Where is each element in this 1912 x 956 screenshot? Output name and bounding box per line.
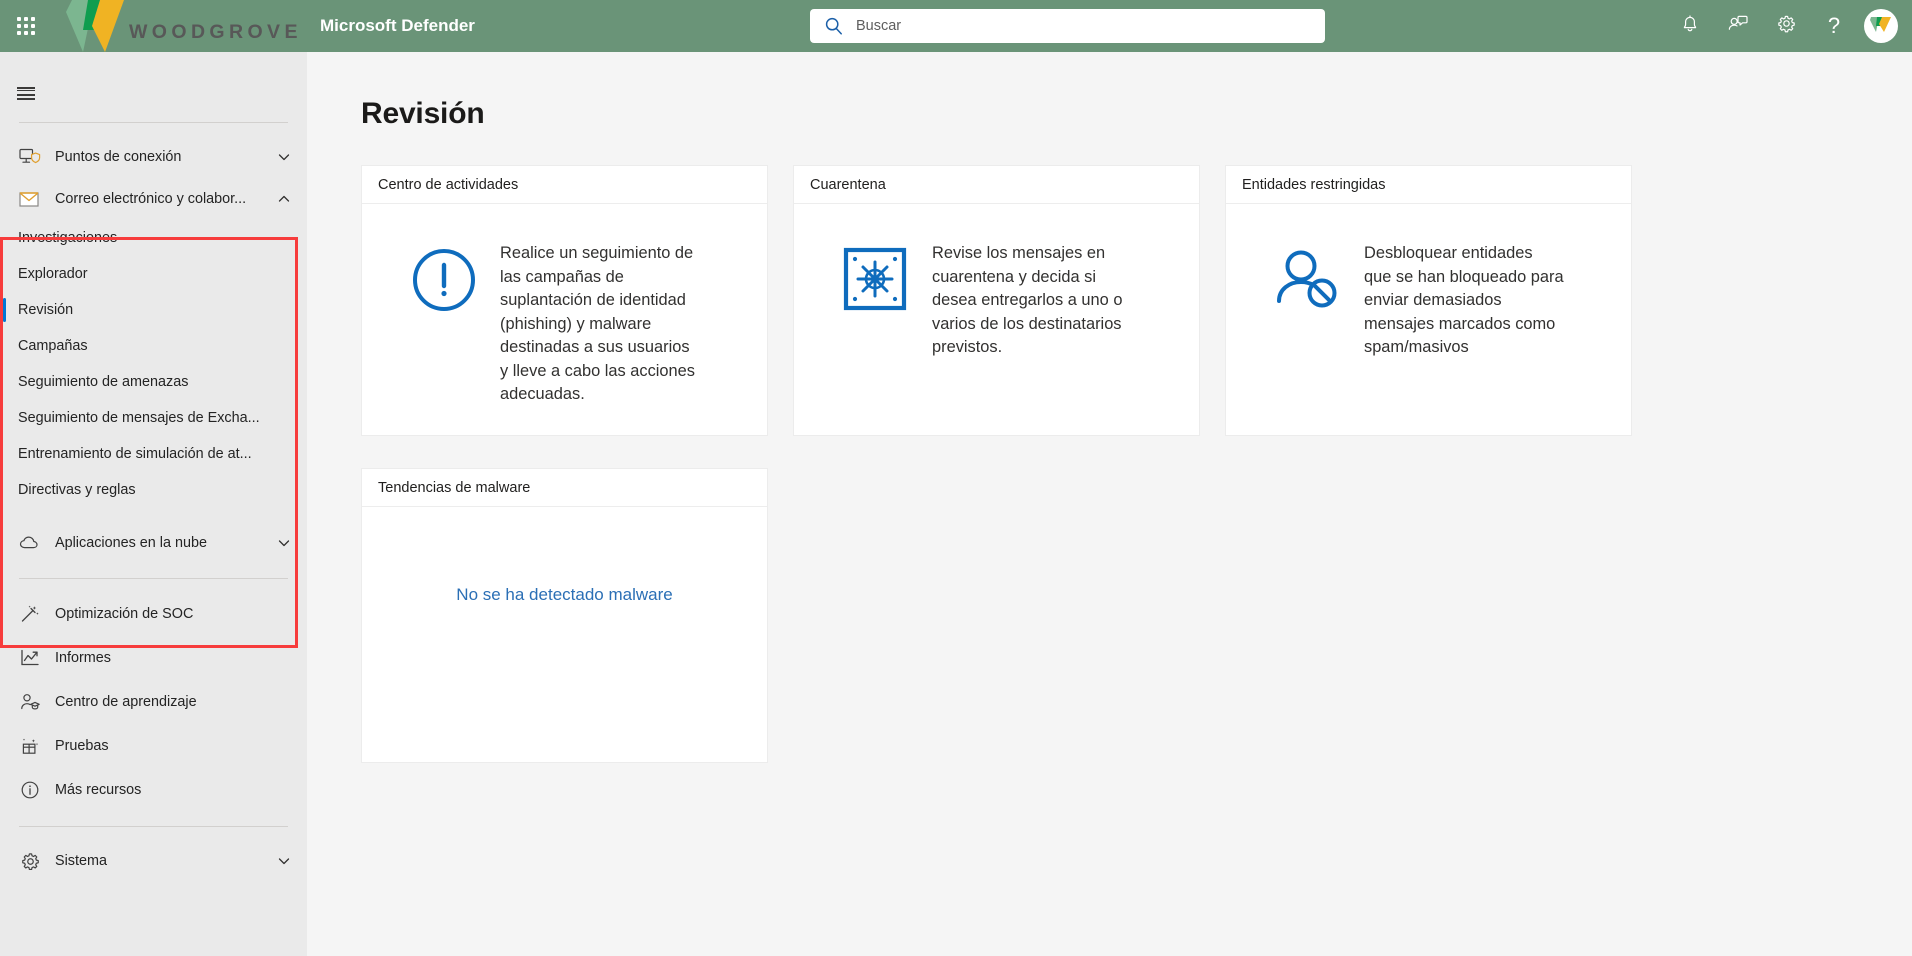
bell-icon — [1680, 13, 1700, 39]
sidebar-item-label: Más recursos — [55, 782, 142, 798]
app-launcher-waffle-icon — [17, 17, 35, 35]
sidebar-group-system[interactable]: Sistema — [0, 840, 307, 882]
card-header: Entidades restringidas — [1226, 166, 1631, 204]
sidebar-item-label: Explorador — [18, 266, 88, 282]
chevron-down-icon — [277, 536, 291, 550]
question-mark-icon: ? — [1827, 13, 1841, 38]
sidebar-item-label: Centro de aprendizaje — [55, 694, 197, 710]
sidebar-item-reports[interactable]: Informes — [0, 636, 307, 680]
notifications-button[interactable] — [1666, 0, 1714, 52]
card-title: Cuarentena — [810, 176, 886, 193]
sidebar-item-seguimiento-mensajes-exchange[interactable]: Seguimiento de mensajes de Excha... — [0, 400, 307, 436]
help-button[interactable]: ? — [1810, 0, 1858, 52]
woodgrove-w-icon — [1870, 15, 1892, 38]
person-blocked-icon — [1274, 246, 1346, 317]
sidebar-group-label: Puntos de conexión — [55, 149, 182, 165]
woodgrove-brand-text: WOODGROVE — [129, 20, 302, 43]
sidebar-divider-top — [19, 122, 288, 123]
woodgrove-w-icon — [66, 0, 128, 52]
card-restricted-entities[interactable]: Entidades restringidas Desbloquear entid… — [1225, 165, 1632, 436]
card-activity-center[interactable]: Centro de actividades Realice un seguimi… — [361, 165, 768, 436]
app-title: Microsoft Defender — [320, 16, 475, 35]
avatar[interactable] — [1864, 9, 1898, 43]
malware-empty-message[interactable]: No se ha detectado malware — [362, 585, 767, 605]
sidebar-item-label: Optimización de SOC — [55, 606, 194, 622]
search-input[interactable] — [856, 11, 1296, 41]
woodgrove-logo[interactable]: WOODGROVE — [52, 0, 297, 52]
sidebar-item-label: Campañas — [18, 338, 88, 354]
sidebar-item-label: Investigaciones — [18, 230, 118, 246]
sidebar-item-label: Pruebas — [55, 738, 109, 754]
cloud-icon — [18, 531, 42, 555]
search-icon — [824, 16, 844, 36]
sidebar-item-revision[interactable]: Revisión — [0, 292, 307, 328]
line-chart-icon — [18, 646, 42, 670]
card-title: Entidades restringidas — [1242, 176, 1386, 193]
card-body: Desbloquear entidades que se han bloquea… — [1226, 204, 1631, 380]
sidebar-item-label: Seguimiento de amenazas — [18, 374, 189, 390]
sidebar-group-email-collaboration[interactable]: Correo electrónico y colabor... — [0, 178, 307, 220]
sidebar-group-endpoints[interactable]: Puntos de conexión — [0, 136, 307, 178]
card-body: Realice un seguimiento de las campañas d… — [362, 204, 767, 427]
hamburger-menu-icon — [17, 87, 35, 100]
global-search-box[interactable] — [810, 9, 1325, 43]
sidebar-group-label: Correo electrónico y colabor... — [55, 191, 247, 207]
magic-wand-icon — [18, 602, 42, 626]
sidebar-item-label: Revisión — [18, 302, 74, 318]
sidebar-item-trials[interactable]: Pruebas — [0, 724, 307, 768]
app-launcher-button[interactable] — [0, 0, 52, 52]
sidebar-item-learning-hub[interactable]: Centro de aprendizaje — [0, 680, 307, 724]
sidebar-item-more-resources[interactable]: Más recursos — [0, 768, 307, 812]
person-graduation-icon — [18, 690, 42, 714]
feedback-button[interactable] — [1714, 0, 1762, 52]
sidebar-item-label: Entrenamiento de simulación de at... — [18, 446, 252, 462]
card-quarantine[interactable]: Cuarentena Revise los mensajes en cuaren… — [793, 165, 1200, 436]
top-navigation-bar: WOODGROVE Microsoft Defender Buscar ? — [0, 0, 1912, 52]
chevron-down-icon — [277, 854, 291, 868]
gear-icon — [18, 849, 42, 873]
sidebar-item-entrenamiento-simulacion[interactable]: Entrenamiento de simulación de at... — [0, 436, 307, 472]
sidebar-item-explorador[interactable]: Explorador — [0, 256, 307, 292]
sidebar-item-directivas-reglas[interactable]: Directivas y reglas — [0, 472, 307, 508]
sidebar-item-label: Informes — [55, 650, 111, 666]
card-header: Cuarentena — [794, 166, 1199, 204]
chevron-up-icon — [277, 192, 291, 206]
sidebar-collapse-button[interactable] — [0, 68, 52, 108]
settings-button[interactable] — [1762, 0, 1810, 52]
card-description: Desbloquear entidades que se han bloquea… — [1364, 244, 1564, 356]
sidebar-divider-bottom — [19, 826, 288, 827]
card-malware-trends[interactable]: Tendencias de malware No se ha detectado… — [361, 468, 768, 763]
left-navigation-sidebar: Puntos de conexión Correo electrónico y … — [0, 52, 307, 956]
card-title: Tendencias de malware — [378, 479, 531, 496]
sidebar-item-seguimiento-amenazas[interactable]: Seguimiento de amenazas — [0, 364, 307, 400]
card-header: Tendencias de malware — [362, 469, 767, 507]
top-bar-actions: ? — [1666, 0, 1912, 52]
card-body: Revise los mensajes en cuarentena y deci… — [794, 204, 1199, 380]
sidebar-item-soc-optimization[interactable]: Optimización de SOC — [0, 592, 307, 636]
main-content-area: Revisión Centro de actividades Realice u… — [307, 52, 1912, 956]
sidebar-item-label: Directivas y reglas — [18, 482, 136, 498]
cards-row: Centro de actividades Realice un seguimi… — [361, 165, 1912, 436]
card-header: Centro de actividades — [362, 166, 767, 204]
sidebar-divider-middle — [19, 578, 288, 579]
device-shield-icon — [18, 145, 42, 169]
exclamation-circle-icon — [410, 246, 482, 319]
person-feedback-icon — [1727, 13, 1749, 39]
sidebar-item-investigaciones[interactable]: Investigaciones — [0, 220, 307, 256]
virus-quarantine-box-icon — [842, 246, 914, 317]
sidebar-group-label: Aplicaciones en la nube — [55, 535, 208, 551]
sidebar-group-cloud-apps[interactable]: Aplicaciones en la nube — [0, 522, 307, 564]
card-description: Realice un seguimiento de las campañas d… — [500, 244, 695, 403]
chevron-down-icon — [277, 150, 291, 164]
page-title: Revisión — [361, 97, 485, 130]
card-description: Revise los mensajes en cuarentena y deci… — [932, 244, 1123, 356]
sidebar-item-campanas[interactable]: Campañas — [0, 328, 307, 364]
sidebar-group-label: Sistema — [55, 853, 107, 869]
gear-icon — [1776, 13, 1797, 39]
gift-sparkle-icon — [18, 734, 42, 758]
sidebar-item-label: Seguimiento de mensajes de Excha... — [18, 410, 260, 426]
info-circle-icon — [18, 778, 42, 802]
envelope-icon — [18, 187, 42, 211]
card-title: Centro de actividades — [378, 176, 519, 193]
